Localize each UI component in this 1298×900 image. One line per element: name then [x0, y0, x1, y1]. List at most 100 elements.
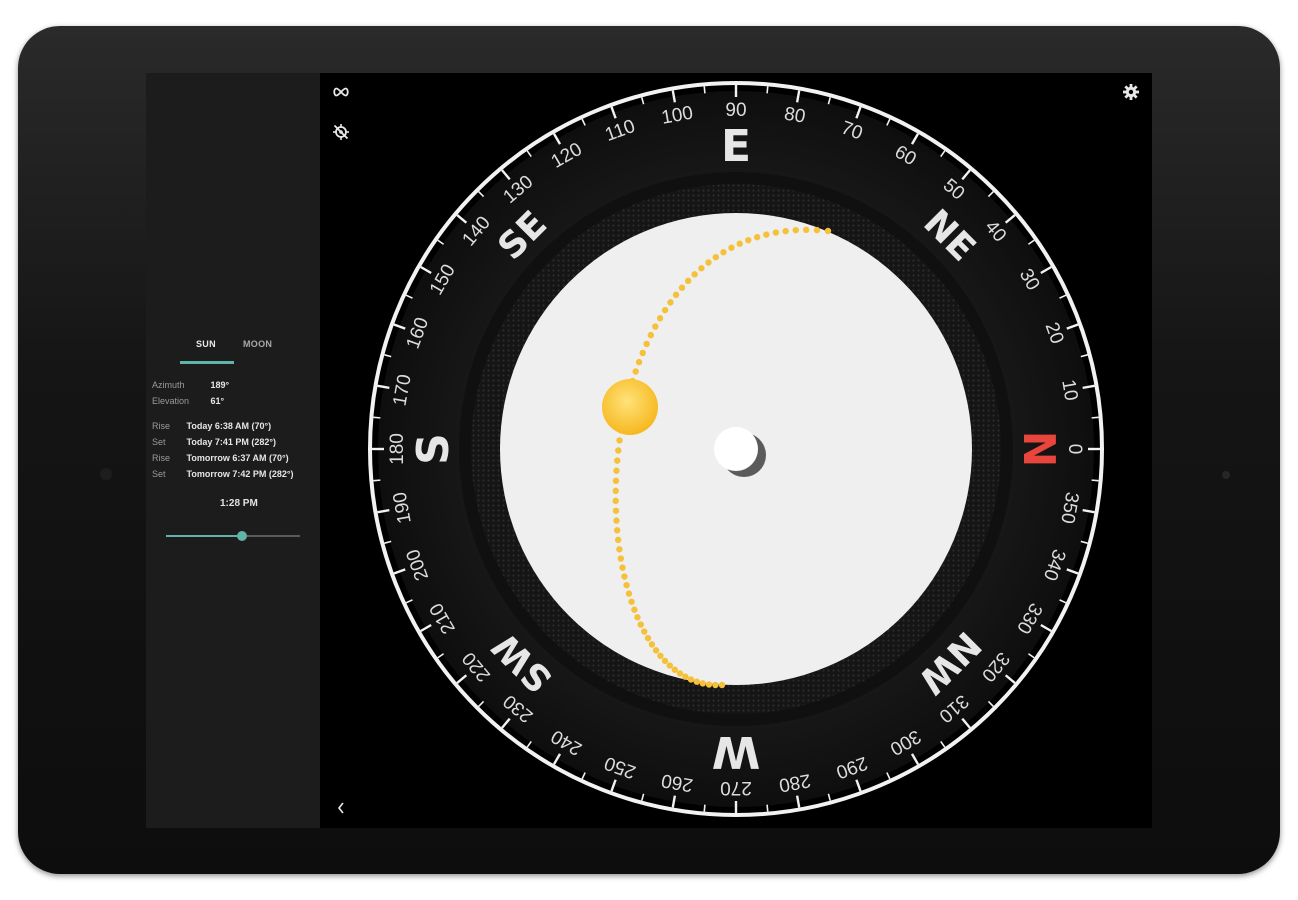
sun-path-dot — [613, 467, 620, 474]
compass-tick — [766, 804, 769, 812]
sun-path-dot — [728, 244, 735, 251]
compass-tick — [886, 118, 891, 126]
compass-degree-label: 180 — [387, 433, 408, 465]
compass-tick — [581, 118, 586, 126]
sun-path-dot — [644, 634, 652, 642]
compass-tick — [1059, 599, 1067, 604]
compass-tick — [478, 191, 485, 198]
sun-path-dot — [671, 666, 678, 673]
compass-tick — [1027, 239, 1035, 245]
sensor-dot — [1222, 471, 1230, 479]
sun-path-dot — [705, 259, 712, 266]
sun-path-dot — [661, 306, 669, 314]
sun-path-dot — [682, 673, 689, 680]
sun-path-dot — [619, 564, 626, 571]
sun-path-dot — [657, 652, 664, 660]
sun-path-dot — [621, 573, 628, 580]
sun-path-dot — [641, 628, 648, 635]
sun-path-dot — [637, 621, 644, 628]
sun-path-dot — [792, 226, 799, 234]
sun-path-dot — [824, 227, 832, 235]
sun-path-dot — [612, 487, 619, 495]
compass-tick — [940, 740, 946, 748]
compass-tick — [886, 772, 891, 780]
compass-tick — [526, 740, 532, 748]
compass-tick — [384, 354, 392, 358]
sun-path-dot — [720, 249, 727, 256]
compass-tick — [478, 700, 485, 707]
sun-path-dot — [763, 231, 770, 238]
sun-path-dot — [631, 606, 638, 613]
compass-tick — [405, 599, 413, 604]
sun-path-dot — [652, 647, 660, 654]
sun-path-dot — [712, 681, 719, 689]
sun-path-dot — [616, 437, 623, 444]
compass-tick — [827, 793, 831, 801]
sun-path-dot — [639, 349, 646, 357]
sun-path-dot — [652, 323, 659, 330]
sun-path-dot — [617, 555, 625, 562]
compass-tick — [641, 793, 645, 801]
sun-path-dot — [612, 477, 620, 485]
center-dot — [714, 427, 758, 471]
sun-path-dot — [736, 240, 743, 247]
compass-tick — [641, 97, 645, 105]
sun-path-dot — [628, 598, 635, 605]
sun-path-dot — [614, 536, 622, 544]
compass-tick — [1059, 294, 1067, 299]
sun-path-dot — [614, 457, 621, 464]
sun-path-dot — [745, 236, 752, 244]
compass-tick — [987, 700, 994, 707]
sun-path-dot — [678, 284, 686, 291]
front-camera — [98, 466, 114, 482]
sun-path-dot — [699, 680, 707, 687]
compass-tick — [766, 86, 769, 94]
compass-tick — [526, 150, 532, 158]
compass-degree-label: 0 — [1064, 444, 1085, 455]
compass-dial[interactable]: 0102030405060708090100110120130140150160… — [146, 73, 1152, 828]
compass-degree-label: 270 — [720, 777, 752, 798]
sun-path-dot — [667, 299, 674, 306]
compass-tick — [987, 191, 994, 198]
app-screen: SUN MOON Azimuth 189° Elevation 61° Rise… — [146, 73, 1152, 828]
compass-tick — [437, 653, 445, 659]
compass-tick — [405, 294, 413, 299]
sun-path-dot — [635, 358, 643, 366]
compass-degree-label: 80 — [783, 103, 807, 127]
sun-path-dot — [612, 507, 620, 514]
sun-path-dot — [684, 277, 692, 285]
compass-tick — [703, 86, 706, 94]
sun-path-dot — [772, 229, 780, 236]
sun-path-dot — [687, 676, 695, 683]
compass-tick — [1027, 653, 1035, 659]
sun-path-dot — [672, 291, 680, 299]
compass-cardinal-label: E — [721, 121, 751, 172]
sun-path-dot — [623, 581, 630, 589]
compass-cardinal-label: S — [408, 433, 459, 465]
compass-tick — [581, 772, 586, 780]
sun-path-dot — [648, 641, 656, 648]
compass-tick — [1080, 540, 1088, 544]
sun-path-dot — [634, 614, 641, 621]
sun-path-dot — [616, 546, 623, 553]
compass-tick — [703, 804, 706, 812]
compass-tick — [1091, 479, 1099, 482]
sun-path-dot — [625, 590, 633, 597]
sun-path-dot — [705, 681, 713, 688]
sun-path-dot — [782, 227, 789, 235]
sun-path-dot — [676, 670, 684, 677]
sun-path-dot — [612, 497, 619, 505]
sun-icon — [602, 379, 658, 435]
sun-path-dot — [656, 315, 664, 322]
sun-path-dot — [615, 447, 622, 454]
compass-tick — [373, 479, 381, 482]
sun-path-dot — [643, 340, 650, 348]
compass-tick — [1080, 354, 1088, 358]
sun-path-dot — [691, 271, 698, 278]
sun-path-dot — [813, 226, 821, 234]
compass-tick — [940, 150, 946, 158]
sun-path-dot — [647, 331, 655, 339]
sun-path-dot — [613, 527, 621, 534]
compass-tick — [827, 97, 831, 105]
sun-path-dot — [698, 265, 705, 272]
